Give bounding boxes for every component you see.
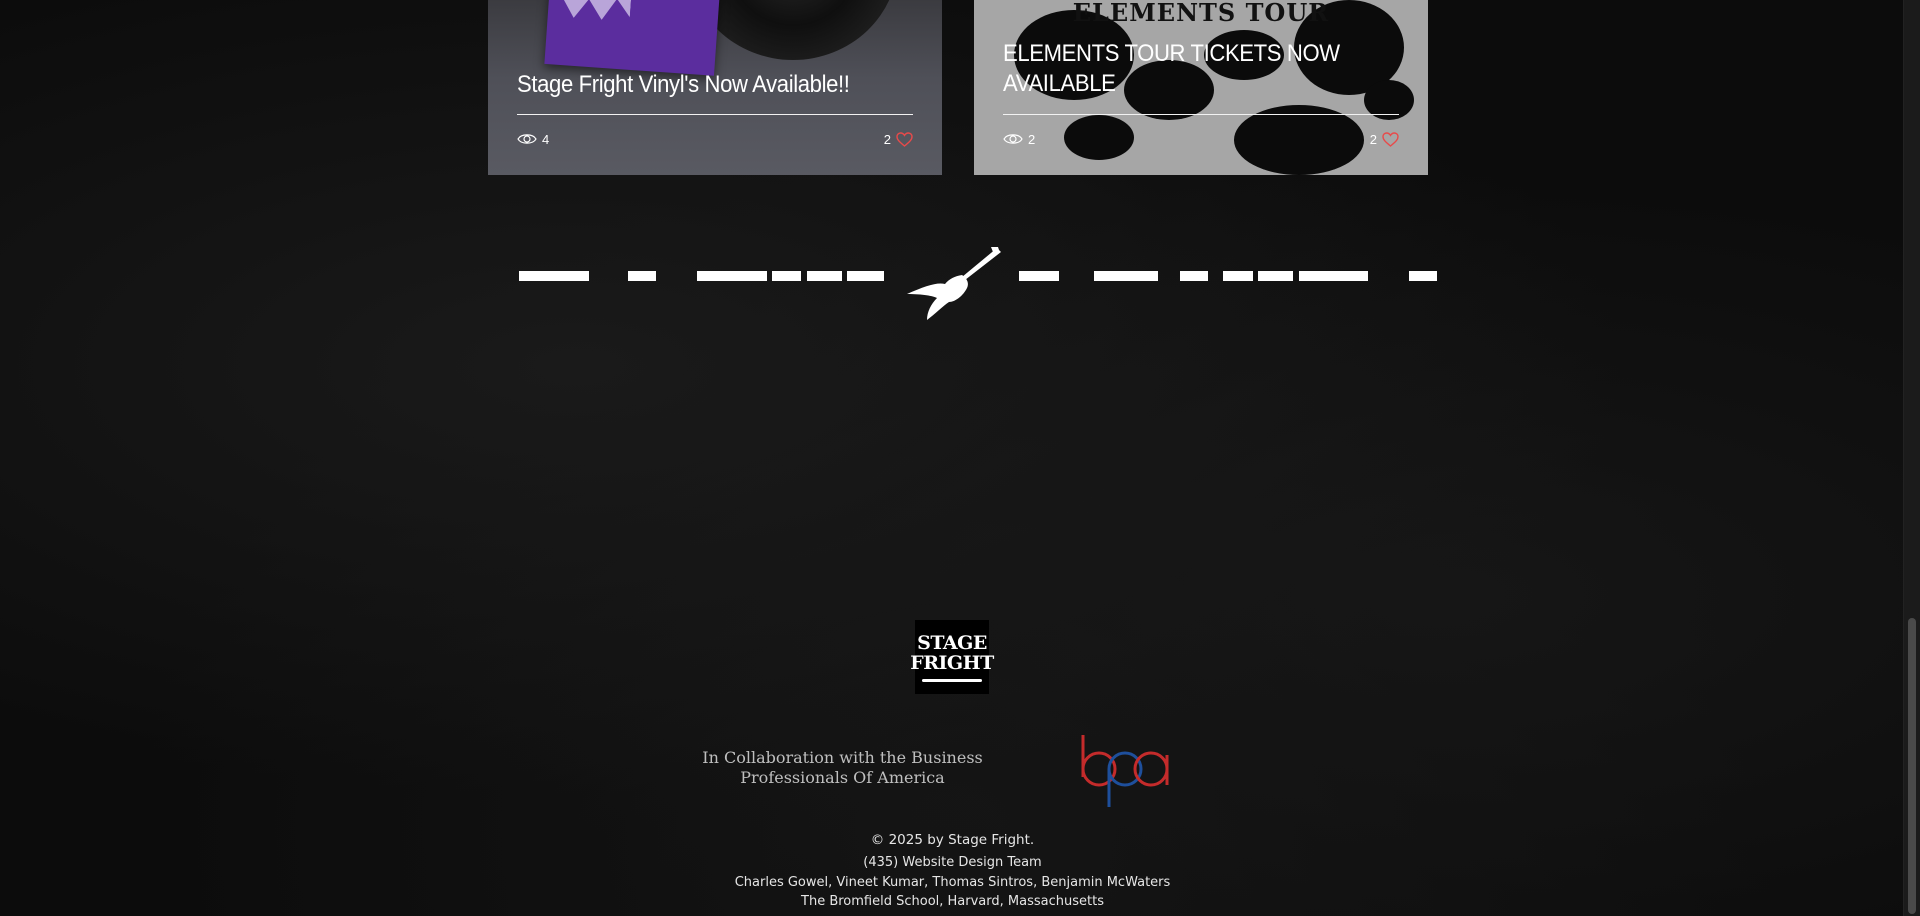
marquee-block <box>1180 271 1208 281</box>
marquee-block <box>628 271 656 281</box>
vinyl-record-image <box>688 0 898 60</box>
marquee-block <box>1258 271 1293 281</box>
page: Stage Fright Vinyl's Now Available!! 4 2 <box>0 0 1920 916</box>
marquee-block <box>772 271 801 281</box>
bpa-logo <box>1080 733 1174 812</box>
post-title[interactable]: ELEMENTS TOUR TICKETS NOW AVAILABLE <box>1003 39 1367 99</box>
collaboration-text: In Collaboration with the Business Profe… <box>702 748 983 787</box>
marquee-block <box>1094 271 1158 281</box>
marquee-block <box>1409 271 1437 281</box>
copyright-text: © 2025 by Stage Fright. <box>870 832 1035 848</box>
like-button[interactable]: 2 <box>1370 132 1399 147</box>
vertical-scrollbar[interactable] <box>1903 0 1920 916</box>
guitar-icon <box>905 246 1001 327</box>
team-text: (435) Website Design Team <box>863 855 1042 870</box>
blog-post-card-elements-tour[interactable]: ELEMENTS TOUR ELEMENTS TOUR TICKETS NOW … <box>974 0 1428 175</box>
eye-icon <box>1003 132 1023 146</box>
view-count: 4 <box>517 132 549 147</box>
tour-logo-text: ELEMENTS TOUR <box>1072 0 1330 27</box>
eye-icon <box>517 132 537 146</box>
logo-line-2: FRIGHT <box>910 651 994 674</box>
marquee-block <box>1299 271 1368 281</box>
like-count-value: 2 <box>883 131 891 147</box>
marquee-block <box>697 271 767 281</box>
like-count-value: 2 <box>1369 131 1377 147</box>
scrollbar-thumb[interactable] <box>1908 618 1916 914</box>
blog-post-card-vinyl[interactable]: Stage Fright Vinyl's Now Available!! 4 2 <box>488 0 942 175</box>
card-divider <box>517 114 913 115</box>
view-count-value: 4 <box>542 131 550 147</box>
card-divider <box>1003 114 1399 115</box>
team-members-text: Charles Gowel, Vineet Kumar, Thomas Sint… <box>734 875 1171 890</box>
vinyl-sleeve-image <box>544 0 722 76</box>
like-button[interactable]: 2 <box>884 132 913 147</box>
marquee-block <box>807 271 842 281</box>
marquee-block <box>847 271 884 281</box>
school-text: The Bromfield School, Harvard, Massachus… <box>801 894 1104 909</box>
logo-line-1: STAGE <box>917 631 987 654</box>
view-count-value: 2 <box>1028 131 1036 147</box>
post-stats: 2 2 <box>1003 129 1399 149</box>
view-count: 2 <box>1003 132 1035 147</box>
heart-icon[interactable] <box>1382 131 1399 147</box>
stage-fright-logo[interactable]: STAGE FRIGHT <box>910 620 994 694</box>
post-stats: 4 2 <box>517 129 913 149</box>
heart-icon[interactable] <box>896 131 913 147</box>
marquee-block <box>1223 271 1253 281</box>
post-title[interactable]: Stage Fright Vinyl's Now Available!! <box>517 70 881 100</box>
logo-underline <box>922 678 982 682</box>
marquee-block <box>1019 271 1059 281</box>
marquee-block <box>519 271 589 281</box>
